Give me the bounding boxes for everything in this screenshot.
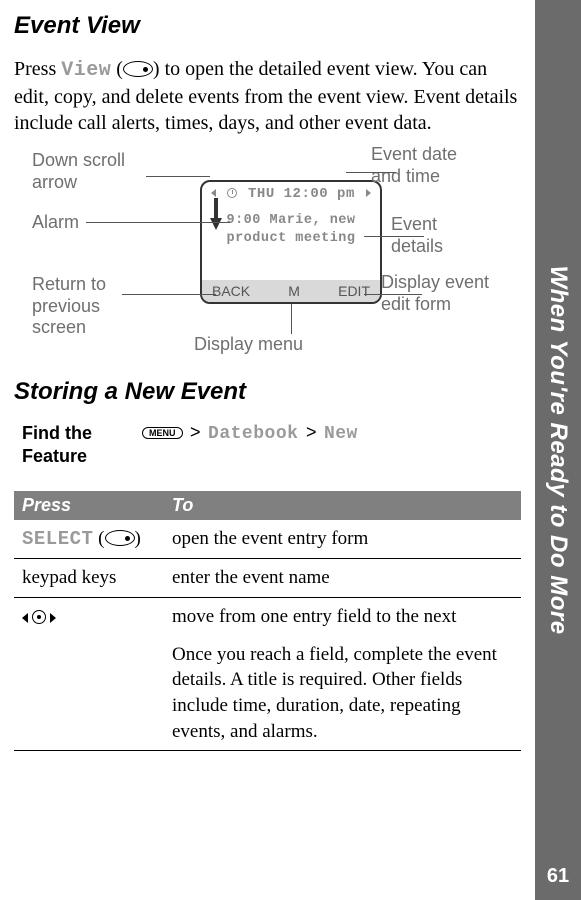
find-feature-label: Find the Feature — [22, 422, 122, 469]
th-press: Press — [14, 491, 164, 520]
softkey-menu: M — [288, 283, 300, 299]
heading-event-view: Event View — [14, 12, 521, 40]
crumb-datebook: Datebook — [208, 424, 298, 444]
table-row: keypad keys enter the event name — [14, 559, 521, 598]
to-3-extra: Once you reach a field, complete the eve… — [172, 644, 497, 742]
cell-to-1: open the event entry form — [164, 520, 521, 559]
detail-line-1: 9:00 Marie, new — [226, 213, 355, 228]
cell-to-2: enter the event name — [164, 559, 521, 598]
softkey-edit: EDIT — [338, 283, 370, 299]
screen-datetime-row: THU 12:00 pm — [202, 182, 380, 202]
menu-button-icon: MENU — [142, 427, 183, 439]
find-feature-block: Find the Feature MENU > Datebook > New — [22, 422, 521, 469]
cell-press-1: SELECT () — [14, 520, 164, 559]
heading-storing: Storing a New Event — [14, 378, 521, 406]
left-arrow-icon — [211, 189, 216, 197]
page-number: 61 — [547, 865, 569, 888]
table-header-row: Press To — [14, 491, 521, 520]
softkey-back: BACK — [212, 283, 250, 299]
right-arrow-icon — [366, 189, 371, 197]
event-view-diagram: THU 12:00 pm 9:00 Marie, new product mee… — [14, 144, 521, 364]
side-tab-label: When You're Ready to Do More — [544, 265, 572, 634]
callout-return: Return to previous screen — [32, 274, 142, 339]
gt-2: > — [306, 422, 317, 442]
screen-softkey-bar: BACK M EDIT — [202, 280, 380, 302]
right-softkey-icon — [105, 530, 135, 546]
down-arrow-icon — [210, 198, 224, 235]
nav-key-icon — [22, 607, 56, 629]
th-to: To — [164, 491, 521, 520]
instructions-table: Press To SELECT () open the event entry … — [14, 491, 521, 751]
table-row: SELECT () open the event entry form — [14, 520, 521, 559]
phone-screen: THU 12:00 pm 9:00 Marie, new product mee… — [200, 180, 382, 304]
callout-display-menu: Display menu — [194, 334, 303, 356]
table-row: move from one entry field to the next On… — [14, 598, 521, 751]
callout-event-datetime: Event date and time — [371, 144, 491, 187]
view-softkey-label: View — [61, 59, 111, 82]
crumb-new: New — [324, 424, 358, 444]
clock-icon — [227, 188, 237, 198]
to-3-line1: move from one entry field to the next — [172, 606, 456, 627]
callout-down-scroll: Down scroll arrow — [32, 150, 152, 193]
cell-press-3 — [14, 598, 164, 751]
callout-alarm: Alarm — [32, 212, 79, 234]
event-view-paragraph: Press View () to open the detailed event… — [14, 56, 521, 136]
cell-to-3: move from one entry field to the next On… — [164, 598, 521, 751]
para-text-2: ( — [111, 58, 123, 80]
cell-press-2: keypad keys — [14, 559, 164, 598]
detail-line-2: product meeting — [226, 231, 355, 246]
side-tab: When You're Ready to Do More 61 — [535, 0, 581, 900]
screen-datetime: THU 12:00 pm — [248, 186, 355, 202]
feature-path: MENU > Datebook > New — [142, 422, 358, 444]
right-softkey-icon — [123, 61, 153, 77]
gt-1: > — [190, 422, 201, 442]
screen-event-detail: 9:00 Marie, new product meeting — [202, 202, 380, 248]
select-label: SELECT — [22, 528, 93, 550]
para-text-1: Press — [14, 58, 61, 80]
